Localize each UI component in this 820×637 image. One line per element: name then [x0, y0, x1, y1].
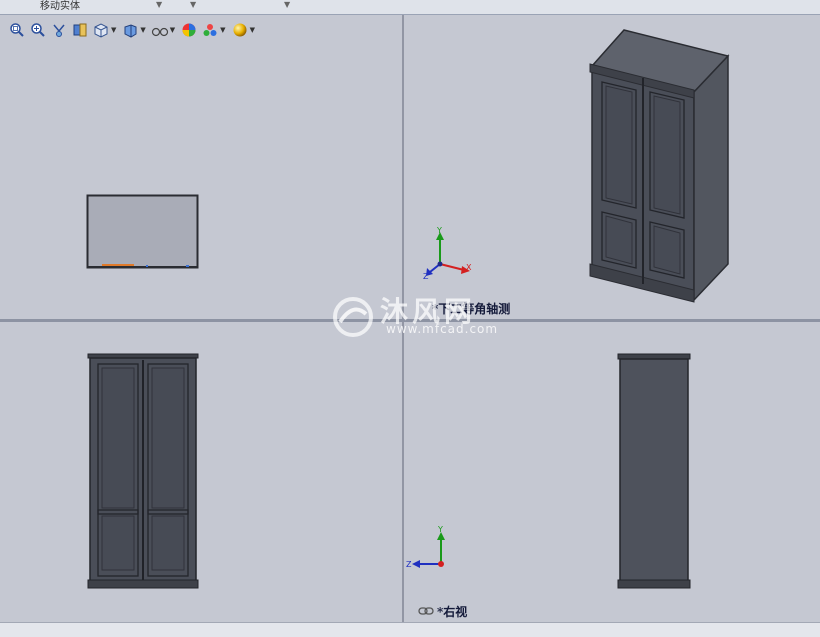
- link-views-icon[interactable]: [418, 606, 434, 616]
- status-bar: [0, 622, 820, 637]
- coordinate-triad-right: [404, 526, 454, 574]
- axis-z-label: Z: [406, 560, 411, 569]
- zoom-to-fit-icon[interactable]: [8, 21, 26, 39]
- model-top-view[interactable]: [86, 194, 200, 270]
- display-style-icon[interactable]: [121, 21, 139, 39]
- section-view-icon[interactable]: [71, 21, 89, 39]
- dropdown-caret-icon[interactable]: ▼: [170, 26, 175, 34]
- dropdown-caret-icon[interactable]: ▼: [156, 0, 162, 9]
- axis-y-label: Y: [438, 525, 443, 534]
- watermark-url: www.mfcad.com: [386, 322, 498, 336]
- view-orientation-icon[interactable]: [92, 21, 110, 39]
- command-manager-strip: 移动实体 ▼ ▼ ▼: [0, 0, 820, 15]
- apply-scene-icon[interactable]: [201, 21, 219, 39]
- hide-show-items-icon[interactable]: [151, 21, 169, 39]
- viewport-top-left[interactable]: [0, 15, 402, 319]
- dropdown-caret-icon[interactable]: ▼: [140, 26, 145, 34]
- dropdown-caret-icon[interactable]: ▼: [220, 26, 225, 34]
- heads-up-view-toolbar: ▼ ▼ ▼ ▼ ▼: [8, 19, 257, 41]
- dropdown-caret-icon[interactable]: ▼: [284, 0, 290, 9]
- edit-appearance-icon[interactable]: [180, 21, 198, 39]
- dropdown-caret-icon[interactable]: ▼: [111, 26, 116, 34]
- axis-x-label: X: [466, 263, 471, 272]
- previous-view-icon[interactable]: [50, 21, 68, 39]
- view-settings-icon[interactable]: [231, 21, 249, 39]
- dropdown-caret-icon[interactable]: ▼: [250, 26, 255, 34]
- zoom-to-area-icon[interactable]: [29, 21, 47, 39]
- model-front-view[interactable]: [84, 350, 202, 592]
- viewport-label-right: *右视: [437, 603, 467, 620]
- axis-z-label: Z: [423, 272, 428, 281]
- move-body-command[interactable]: 移动实体: [40, 0, 80, 12]
- model-isometric-view[interactable]: [586, 28, 736, 308]
- dropdown-caret-icon[interactable]: ▼: [190, 0, 196, 9]
- viewport-bottom-right[interactable]: [404, 322, 820, 622]
- watermark-logo-icon: [330, 294, 376, 340]
- model-right-view[interactable]: [614, 350, 694, 592]
- axis-y-label: Y: [437, 226, 442, 235]
